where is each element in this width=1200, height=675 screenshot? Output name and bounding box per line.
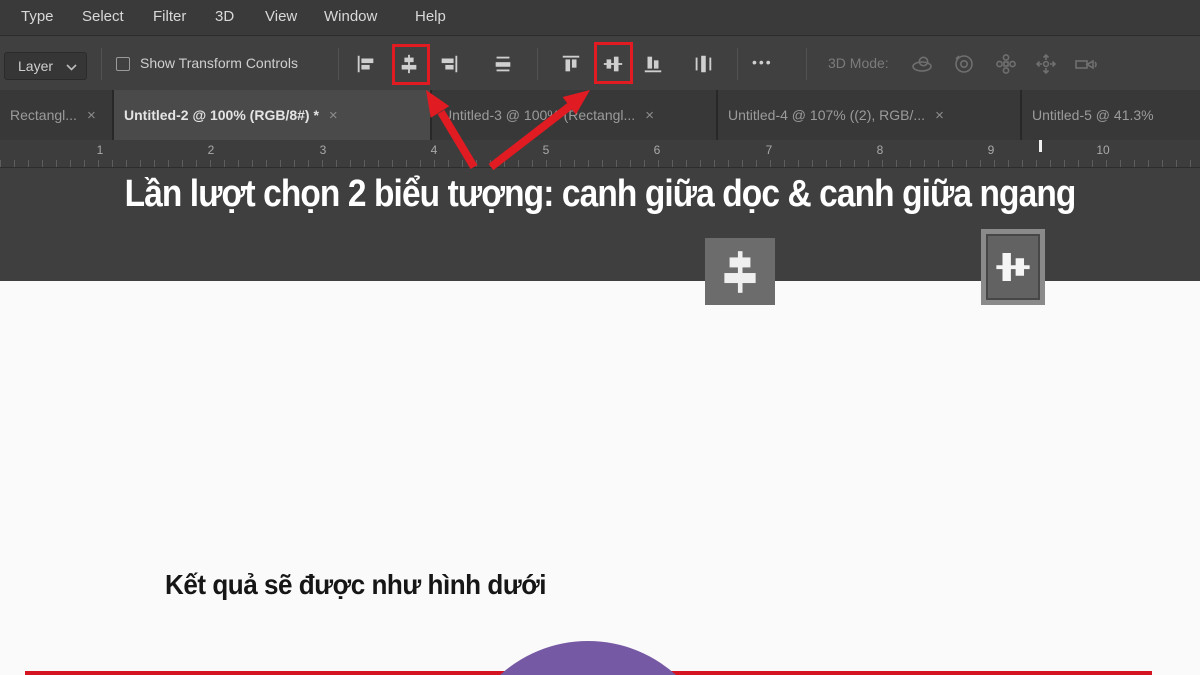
menu-type[interactable]: Type [21, 8, 54, 25]
ruler-number: 2 [208, 143, 215, 157]
ruler-number: 3 [320, 143, 327, 157]
menu-bar: Type Select Filter 3D View Window Help [0, 0, 1200, 35]
show-transform-controls-checkbox[interactable] [116, 57, 130, 71]
purple-circle-shape [457, 641, 719, 675]
photoshop-window: Type Select Filter 3D View Window Help L… [0, 0, 1200, 675]
alignment-target-select[interactable]: Layer [4, 52, 87, 80]
divider [737, 48, 738, 80]
menu-select[interactable]: Select [82, 8, 124, 25]
horizontal-ruler: 1 2 3 4 5 6 7 8 9 10 [0, 140, 1200, 168]
more-options-icon[interactable]: ••• [752, 54, 773, 70]
ruler-number: 4 [431, 143, 438, 157]
divider [806, 48, 807, 80]
ruler-number: 7 [766, 143, 773, 157]
ruler-number: 6 [654, 143, 661, 157]
menu-filter[interactable]: Filter [153, 8, 186, 25]
chevron-down-icon [66, 64, 77, 71]
close-icon[interactable]: × [87, 107, 96, 124]
show-transform-controls-label: Show Transform Controls [140, 55, 298, 71]
distribute-horizontal-centers-icon[interactable] [690, 51, 716, 77]
document-tab-bar: Rectangl... × Untitled-2 @ 100% (RGB/8#)… [0, 90, 1200, 140]
result-caption: Kết quả sẽ được như hình dưới [165, 569, 546, 601]
3d-slide-icon[interactable] [1032, 50, 1060, 78]
tab-untitled-3[interactable]: Untitled-3 @ 100% (Rectangl... × [432, 90, 716, 140]
ruler-ticks [0, 160, 1200, 167]
tab-rectangle[interactable]: Rectangl... × [0, 90, 112, 140]
divider [101, 48, 102, 80]
close-icon[interactable]: × [645, 107, 654, 124]
tab-untitled-5[interactable]: Untitled-5 @ 41.3% [1022, 90, 1200, 140]
highlight-box-horizontal-centers [392, 44, 430, 85]
enlarged-icon-frame [986, 234, 1040, 300]
distribute-vertical-centers-icon[interactable] [490, 51, 516, 77]
align-bottom-edges-icon[interactable] [640, 51, 666, 77]
align-right-edges-icon[interactable] [436, 51, 462, 77]
align-left-edges-icon[interactable] [353, 51, 379, 77]
close-icon[interactable]: × [329, 107, 338, 124]
menu-view[interactable]: View [265, 8, 297, 25]
3d-pan-icon[interactable] [992, 50, 1020, 78]
ruler-number: 5 [543, 143, 550, 157]
close-icon[interactable]: × [935, 107, 944, 124]
divider [537, 48, 538, 80]
tab-untitled-4[interactable]: Untitled-4 @ 107% ((2), RGB/... × [718, 90, 1020, 140]
tab-untitled-2[interactable]: Untitled-2 @ 100% (RGB/8#) * × [114, 90, 430, 140]
ruler-number: 1 [97, 143, 104, 157]
enlarged-align-vertical-centers-icon [981, 229, 1045, 305]
menu-3d[interactable]: 3D [215, 8, 234, 25]
annotation-headline: Lần lượt chọn 2 biểu tượng: canh giữa dọ… [125, 173, 1076, 216]
align-top-edges-icon[interactable] [558, 51, 584, 77]
divider [338, 48, 339, 80]
ruler-number: 9 [988, 143, 995, 157]
ruler-cursor-marker [1039, 140, 1042, 152]
3d-orbit-icon[interactable] [908, 50, 936, 78]
ruler-number: 8 [877, 143, 884, 157]
enlarged-align-horizontal-centers-icon [705, 238, 775, 305]
ruler-number: 10 [1096, 143, 1109, 157]
3d-camera-icon[interactable] [1072, 50, 1100, 78]
document-canvas: Kết quả sẽ được như hình dưới [0, 281, 1200, 675]
menu-help[interactable]: Help [415, 8, 446, 25]
3d-roll-icon[interactable] [950, 50, 978, 78]
highlight-box-vertical-centers [594, 42, 633, 84]
menu-window[interactable]: Window [324, 8, 377, 25]
3d-mode-label: 3D Mode: [828, 55, 889, 71]
alignment-target-value: Layer [18, 58, 53, 74]
